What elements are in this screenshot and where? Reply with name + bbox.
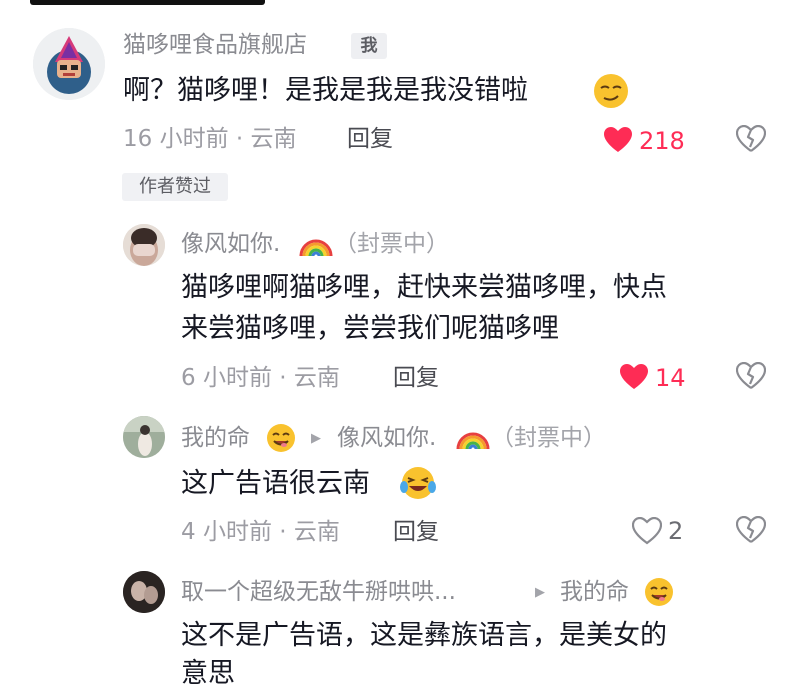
like-count: 2	[668, 517, 684, 545]
comment-text: 啊？猫哆哩！是我是我是我没错啦	[123, 75, 528, 106]
like-count: 218	[639, 127, 685, 155]
smirk-emoji-icon	[592, 72, 630, 114]
reply-time-location: 6 小时前 · 云南	[181, 365, 340, 391]
reply-author[interactable]: 像风如你.	[181, 233, 280, 256]
reply-button[interactable]: 回复	[393, 367, 439, 390]
reply-text-line: 猫哆哩啊猫哆哩，赶快来尝猫哆哩，快点	[181, 272, 667, 303]
reply-text-line: 来尝猫哆哩，尝尝我们呢猫哆哩	[181, 313, 559, 344]
laughing-tears-emoji-icon	[398, 463, 438, 505]
reply-to-arrow-icon: ▶	[535, 585, 545, 600]
heart-filled-icon[interactable]	[603, 126, 633, 158]
avatar[interactable]	[123, 571, 165, 613]
reply-button[interactable]: 回复	[393, 521, 439, 544]
reply-author-status: （封票中）	[334, 231, 449, 257]
reply-button[interactable]: 回复	[347, 128, 393, 151]
reply-text: 这广告语很云南	[181, 468, 370, 499]
dislike-broken-heart-icon[interactable]	[735, 124, 767, 157]
reply-text-line: 这不是广告语，这是彝族语言，是美女的	[181, 620, 667, 651]
reply-author[interactable]: 我的命	[181, 427, 250, 450]
avatar[interactable]	[123, 224, 165, 266]
author-liked-tag: 作者赞过	[122, 173, 228, 201]
like-count: 14	[655, 364, 686, 392]
avatar[interactable]	[123, 416, 165, 458]
yum-emoji-icon	[265, 422, 297, 458]
heart-filled-icon[interactable]	[619, 363, 649, 395]
avatar[interactable]	[33, 28, 105, 100]
rainbow-emoji-icon	[298, 228, 334, 264]
reply-author[interactable]: 取一个超级无敌牛掰哄哄...	[181, 581, 456, 604]
reply-time-location: 4 小时前 · 云南	[181, 519, 340, 545]
self-badge: 我	[351, 33, 387, 59]
reply-text-line: 意思	[181, 658, 235, 689]
yum-emoji-icon	[643, 576, 675, 612]
reply-to-author[interactable]: 我的命	[560, 581, 629, 604]
top-edge-bar	[30, 0, 265, 5]
dislike-broken-heart-icon[interactable]	[735, 515, 767, 548]
dislike-broken-heart-icon[interactable]	[735, 361, 767, 394]
comment-time-location: 16 小时前 · 云南	[123, 126, 297, 152]
reply-to-author[interactable]: 像风如你.	[337, 427, 436, 450]
reply-to-arrow-icon: ▶	[311, 431, 321, 446]
comment-author[interactable]: 猫哆哩食品旗舰店	[123, 34, 307, 57]
heart-outline-icon[interactable]	[631, 516, 663, 549]
reply-to-author-status: （封票中）	[491, 425, 606, 451]
rainbow-emoji-icon	[455, 421, 491, 457]
